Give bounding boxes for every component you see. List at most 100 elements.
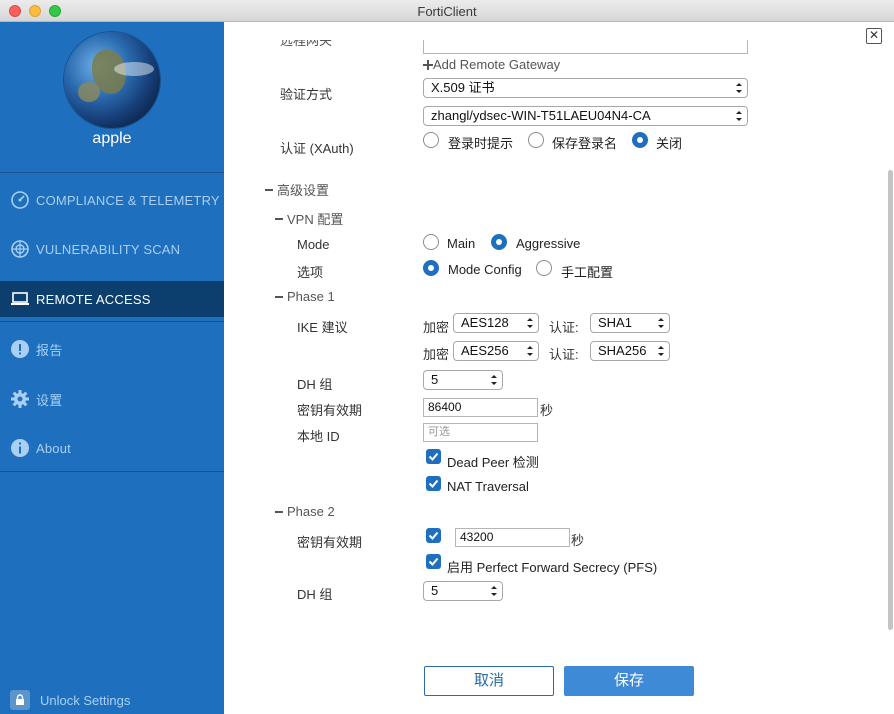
unlock-settings-label: Unlock Settings [40, 692, 131, 708]
advanced-settings-toggle[interactable]: 高级设置 [265, 180, 329, 199]
seconds-label: 秒 [571, 533, 585, 548]
xauth-label: 认证 (XAuth) [280, 141, 354, 156]
ike-proposal-label: IKE 建议 [297, 320, 348, 335]
add-remote-gateway-link[interactable]: Add Remote Gateway [423, 57, 560, 72]
ike1-auth-select[interactable]: SHA1 [590, 313, 670, 333]
close-icon[interactable]: ✕ [866, 28, 882, 44]
vpn-config-toggle[interactable]: VPN 配置 [275, 209, 343, 228]
select-arrows-icon [491, 586, 497, 596]
pfs-checkbox[interactable] [426, 554, 441, 569]
gear-icon [10, 389, 30, 409]
window-title: FortiClient [417, 4, 477, 19]
ike2-encrypt-select[interactable]: AES256 [453, 341, 539, 361]
auth-method-select[interactable]: X.509 证书 [423, 78, 748, 98]
mode-aggressive-radio[interactable] [491, 234, 507, 250]
mode-main-radio[interactable] [423, 234, 439, 250]
divider [0, 321, 224, 322]
avatar [64, 32, 160, 128]
info-icon [10, 438, 30, 458]
xauth-prompt-label: 登录时提示 [448, 136, 514, 151]
dh-group-label: DH 组 [297, 587, 333, 602]
key-lifetime-label: 密钥有效期 [297, 535, 363, 550]
sidebar-item-label: REMOTE ACCESS [36, 291, 151, 307]
option-mode-config-label: Mode Config [448, 262, 522, 277]
xauth-off-label: 关闭 [656, 136, 683, 151]
encrypt-label: 加密 [423, 320, 450, 335]
local-id-label: 本地 ID [297, 429, 340, 444]
radar-icon [10, 239, 30, 259]
plus-icon [423, 59, 433, 70]
mode-main-label: Main [447, 236, 476, 251]
divider [0, 471, 224, 472]
dh-group2-select[interactable]: 5 [423, 581, 503, 601]
sidebar-item-label: About [36, 440, 71, 456]
checkmark-icon [428, 452, 439, 461]
key-lifetime-checkbox[interactable] [426, 528, 441, 543]
collapse-icon [275, 510, 283, 513]
select-arrows-icon [658, 346, 664, 356]
collapse-icon [265, 188, 273, 191]
option-manual-radio[interactable] [536, 260, 552, 276]
select-arrows-icon [527, 346, 533, 356]
seconds-label: 秒 [540, 403, 554, 418]
sidebar-item-label: VULNERABILITY SCAN [36, 241, 181, 257]
encrypt-label: 加密 [423, 347, 450, 362]
alert-icon [10, 339, 30, 359]
options-label: 选项 [297, 265, 324, 280]
cancel-button[interactable]: 取消 [424, 666, 554, 696]
xauth-save-radio[interactable] [528, 132, 544, 148]
sidebar: apple COMPLIANCE & TELEMETRY VULNERABILI… [0, 22, 224, 714]
sidebar-item-settings[interactable]: 设置 [0, 381, 224, 417]
scrollbar[interactable] [888, 170, 893, 630]
key-lifetime2-input[interactable]: 43200 [455, 528, 570, 547]
sidebar-item-vulnerability[interactable]: VULNERABILITY SCAN [0, 231, 224, 267]
select-arrows-icon [491, 375, 497, 385]
nat-traversal-checkbox[interactable] [426, 476, 441, 491]
checkmark-icon [428, 531, 439, 540]
ike2-auth-select[interactable]: SHA256 [590, 341, 670, 361]
laptop-icon [10, 289, 30, 309]
pfs-label: 启用 Perfect Forward Secrecy (PFS) [447, 560, 658, 575]
sidebar-item-compliance[interactable]: COMPLIANCE & TELEMETRY [0, 182, 224, 218]
select-arrows-icon [736, 83, 742, 93]
sidebar-item-reports[interactable]: 报告 [0, 331, 224, 367]
title-bar: FortiClient [0, 0, 894, 22]
certificate-select[interactable]: zhangl/ydsec-WIN-T51LAEU04N4-CA [423, 106, 748, 126]
xauth-save-label: 保存登录名 [552, 136, 618, 151]
select-arrows-icon [658, 318, 664, 328]
dh-group-select[interactable]: 5 [423, 370, 503, 390]
main-panel: ✕ 远程网关 Add Remote Gateway 验证方式 X.509 证书 … [224, 22, 894, 714]
collapse-icon [275, 217, 283, 220]
option-mode-config-radio[interactable] [423, 260, 439, 276]
dead-peer-checkbox[interactable] [426, 449, 441, 464]
checkmark-icon [428, 557, 439, 566]
auth-method-label: 验证方式 [280, 87, 333, 102]
sidebar-item-label: 设置 [36, 392, 63, 408]
ike1-encrypt-select[interactable]: AES128 [453, 313, 539, 333]
divider [0, 172, 224, 173]
local-id-input[interactable]: 可选 [423, 423, 538, 442]
dead-peer-label: Dead Peer 检测 [447, 455, 539, 470]
checkmark-icon [428, 479, 439, 488]
sidebar-item-label: 报告 [36, 342, 63, 358]
save-button[interactable]: 保存 [564, 666, 694, 696]
sidebar-item-label: COMPLIANCE & TELEMETRY [36, 192, 220, 208]
dh-group-label: DH 组 [297, 377, 333, 392]
phase1-toggle[interactable]: Phase 1 [275, 289, 335, 304]
sidebar-item-remote-access[interactable]: REMOTE ACCESS [0, 281, 224, 317]
xauth-off-radio[interactable] [632, 132, 648, 148]
xauth-prompt-radio[interactable] [423, 132, 439, 148]
mode-aggressive-label: Aggressive [516, 236, 581, 251]
collapse-icon [275, 295, 283, 298]
username: apple [92, 130, 132, 147]
remote-gateway-input[interactable] [423, 40, 748, 54]
select-arrows-icon [527, 318, 533, 328]
key-lifetime-input[interactable]: 86400 [423, 398, 538, 417]
phase2-toggle[interactable]: Phase 2 [275, 504, 335, 519]
select-arrows-icon [736, 111, 742, 121]
unlock-settings-link[interactable]: Unlock Settings [10, 690, 130, 710]
mode-label: Mode [297, 237, 330, 252]
remote-gateway-label: 远程网关 [280, 40, 333, 48]
gauge-icon [10, 190, 30, 210]
sidebar-item-about[interactable]: About [0, 430, 224, 466]
